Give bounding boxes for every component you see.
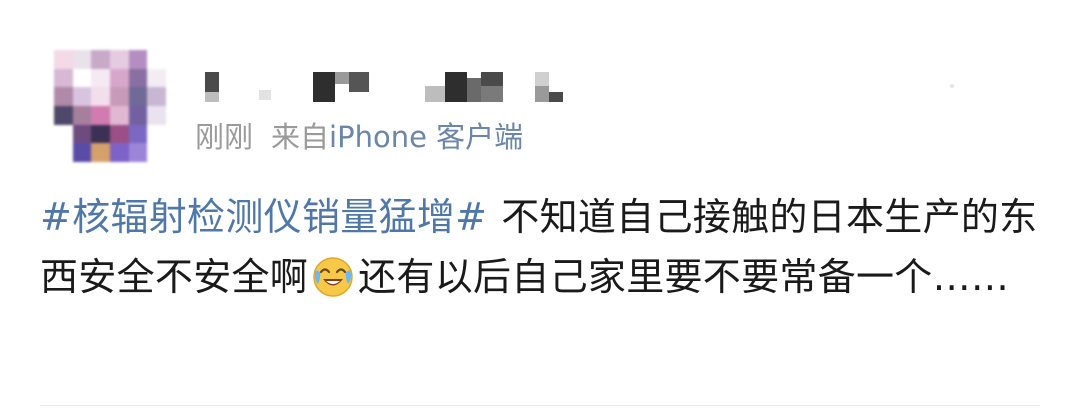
source-prefix: 来自 — [271, 120, 330, 154]
post-content: #核辐射检测仪销量猛增# 不知道自己接触的日本生产的东西安全不安全啊 还有以后自己… — [40, 187, 1040, 307]
weibo-post: 刚刚 来自iPhone 客户端 #核辐射检测仪销量猛增# 不知道自己接触的日本生产的… — [0, 0, 1080, 411]
post-divider — [40, 405, 1040, 406]
topic-hashtag-link[interactable]: #核辐射检测仪销量猛增# — [40, 195, 487, 239]
more-indicator-dot — [950, 84, 954, 88]
source-link[interactable]: iPhone 客户端 — [329, 120, 523, 154]
avatar[interactable] — [54, 50, 166, 162]
username-redacted[interactable] — [195, 66, 575, 106]
post-time: 刚刚 — [195, 120, 254, 154]
laughing-crying-icon — [313, 257, 353, 297]
post-meta: 刚刚 来自iPhone 客户端 — [195, 117, 523, 157]
post-text-part-2: 还有以后自己家里要不要常备一个…… — [358, 255, 1010, 299]
